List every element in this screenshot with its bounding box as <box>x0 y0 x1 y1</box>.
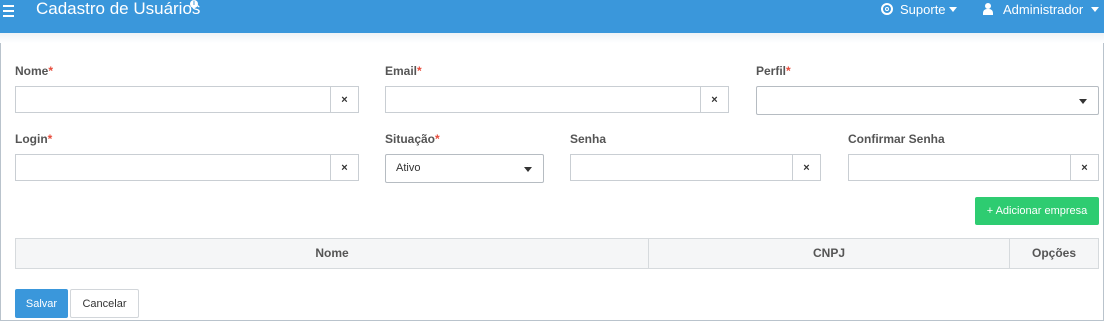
nome-field[interactable]: × <box>15 86 359 113</box>
email-field[interactable]: × <box>385 86 729 113</box>
situacao-select[interactable]: Ativo <box>385 154 544 183</box>
clear-senha-icon[interactable]: × <box>792 155 820 180</box>
senha-input[interactable] <box>571 155 820 180</box>
user-name: Administrador <box>1003 1 1084 17</box>
email-label: Email* <box>385 64 422 78</box>
confirmar-senha-label: Confirmar Senha <box>848 132 945 146</box>
senha-label: Senha <box>570 132 607 146</box>
chevron-down-icon <box>1091 6 1100 12</box>
required-mark: * <box>48 64 54 78</box>
login-field[interactable]: × <box>15 154 359 181</box>
senha-field[interactable]: × <box>570 154 821 181</box>
clear-login-icon[interactable]: × <box>330 155 358 180</box>
confirmar-senha-input[interactable] <box>849 155 1098 180</box>
login-input[interactable] <box>16 155 358 180</box>
required-mark: * <box>435 132 440 146</box>
hamburger-menu-icon[interactable] <box>3 2 17 17</box>
lifebuoy-icon <box>881 3 893 15</box>
column-header-opcoes: Opções <box>1031 246 1076 260</box>
save-button[interactable]: Salvar <box>15 289 68 318</box>
perfil-select[interactable] <box>756 86 1099 115</box>
cancel-button[interactable]: Cancelar <box>70 289 139 318</box>
top-navbar: Cadastro de Usuários i Suporte Administr… <box>0 0 1104 33</box>
info-icon[interactable]: i <box>190 0 198 8</box>
dropdown-arrow-icon <box>1079 99 1087 104</box>
clear-email-icon[interactable]: × <box>700 87 728 112</box>
column-header-nome: Nome <box>315 246 349 260</box>
situacao-label: Situação* <box>385 132 440 146</box>
confirmar-senha-field[interactable]: × <box>848 154 1099 181</box>
page-title: Cadastro de Usuários <box>36 0 201 18</box>
clear-confirmar-senha-icon[interactable]: × <box>1070 155 1098 180</box>
header-shadow <box>0 33 1104 43</box>
situacao-value: Ativo <box>396 162 421 174</box>
nome-input[interactable] <box>16 87 358 112</box>
empresas-table: Nome CNPJ Opções <box>15 238 1099 269</box>
user-menu[interactable]: Administrador <box>983 1 1100 17</box>
column-header-cnpj: CNPJ <box>812 246 845 260</box>
nome-label: Nome* <box>15 64 54 78</box>
support-menu[interactable]: Suporte <box>881 1 957 17</box>
email-input[interactable] <box>386 87 728 112</box>
required-mark: * <box>417 64 422 78</box>
dropdown-arrow-icon <box>524 167 532 172</box>
required-mark: * <box>786 64 791 78</box>
support-label: Suporte <box>900 1 946 17</box>
login-label: Login* <box>15 132 53 146</box>
required-mark: * <box>47 132 53 146</box>
user-icon <box>983 3 993 15</box>
add-empresa-button[interactable]: + Adicionar empresa <box>975 197 1099 225</box>
chevron-down-icon <box>948 6 957 12</box>
perfil-label: Perfil* <box>756 64 791 78</box>
clear-nome-icon[interactable]: × <box>330 87 358 112</box>
